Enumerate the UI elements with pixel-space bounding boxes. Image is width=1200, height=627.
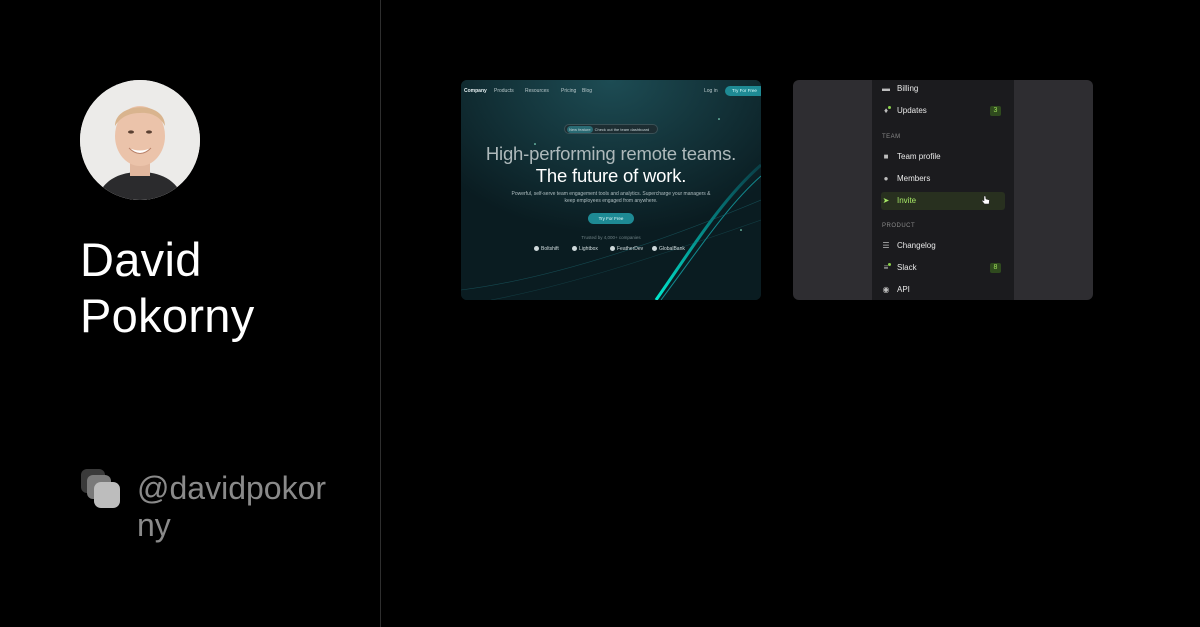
trusted-text: Trusted by 4,000+ companies (581, 235, 641, 240)
notification-dot (888, 106, 891, 109)
feature-badge-text: Check out the team dashboard (594, 127, 650, 132)
landing-cta-button[interactable]: Try For Free (588, 213, 634, 224)
credit-card-icon: ▬ (882, 84, 890, 93)
landing-subtext: Powerful, self-serve team engagement too… (511, 191, 711, 204)
menu-item-api[interactable]: ◉ API (881, 282, 1005, 298)
sidebar-menu-preview-card[interactable]: ▬ Billing ♦ Updates 3 TEAM ■ Team profil… (793, 80, 1093, 300)
slack-notification-dot (888, 263, 891, 266)
logo-globalbank: GlobalBank (652, 246, 685, 252)
avatar (80, 80, 200, 200)
landing-nav-products[interactable]: Products (494, 88, 514, 94)
menu-item-members[interactable]: ● Members (881, 171, 1005, 187)
vertical-divider (380, 0, 381, 627)
menu-item-updates[interactable]: ♦ Updates 3 (881, 103, 1005, 119)
landing-headline-2: The future of work. (535, 165, 687, 186)
user-icon: ● (883, 174, 889, 183)
logo-lightbox: Lightbox (572, 246, 598, 252)
cube-icon: ◉ (882, 285, 890, 294)
logo-boltshift: Boltshift (534, 246, 559, 252)
landing-nav-cta-button[interactable]: Try For Free (725, 86, 761, 96)
hand-cursor-icon (981, 195, 990, 205)
layers-logo-icon (80, 467, 124, 511)
landing-page-preview-card[interactable]: Company Products Resources Pricing Blog … (461, 80, 761, 300)
menu-item-invite[interactable]: ➤ Invite (881, 192, 1005, 210)
logo-featherdev: FeatherDev (610, 246, 643, 252)
building-icon: ■ (883, 152, 889, 161)
profile-panel: David Pokorny @davidpokorny (0, 0, 380, 627)
landing-nav-pricing[interactable]: Pricing (561, 88, 576, 94)
section-label-team: TEAM (882, 134, 901, 140)
landing-nav: Company Products Resources Pricing Blog … (461, 86, 761, 96)
section-label-product: PRODUCT (882, 223, 916, 229)
profile-handle[interactable]: @davidpokorny (137, 470, 337, 544)
landing-nav-blog[interactable]: Blog (582, 88, 592, 94)
landing-logo[interactable]: Company (464, 88, 487, 94)
landing-headline-1: High-performing remote teams. (485, 143, 737, 164)
feature-badge[interactable]: New feature Check out the team dashboard (564, 124, 658, 134)
avatar-photo-icon (80, 80, 200, 200)
menu-item-changelog[interactable]: ☰ Changelog (881, 238, 1005, 254)
menu-item-billing[interactable]: ▬ Billing (881, 81, 1005, 97)
sidebar-menu: ▬ Billing ♦ Updates 3 TEAM ■ Team profil… (872, 80, 1014, 300)
slack-count-badge: 8 (990, 263, 1001, 273)
landing-nav-resources[interactable]: Resources (525, 88, 549, 94)
share-arrow-icon: ➤ (882, 196, 890, 205)
landing-nav-login[interactable]: Log in (704, 88, 718, 94)
menu-item-team-profile[interactable]: ■ Team profile (881, 149, 1005, 165)
profile-name: David Pokorny (80, 233, 255, 342)
layers-icon: ☰ (882, 241, 890, 250)
aurora-background-icon (461, 80, 761, 300)
updates-count-badge: 3 (990, 106, 1001, 116)
feature-badge-tag: New feature (567, 126, 593, 133)
menu-item-slack[interactable]: ≡ Slack 8 (881, 260, 1005, 276)
